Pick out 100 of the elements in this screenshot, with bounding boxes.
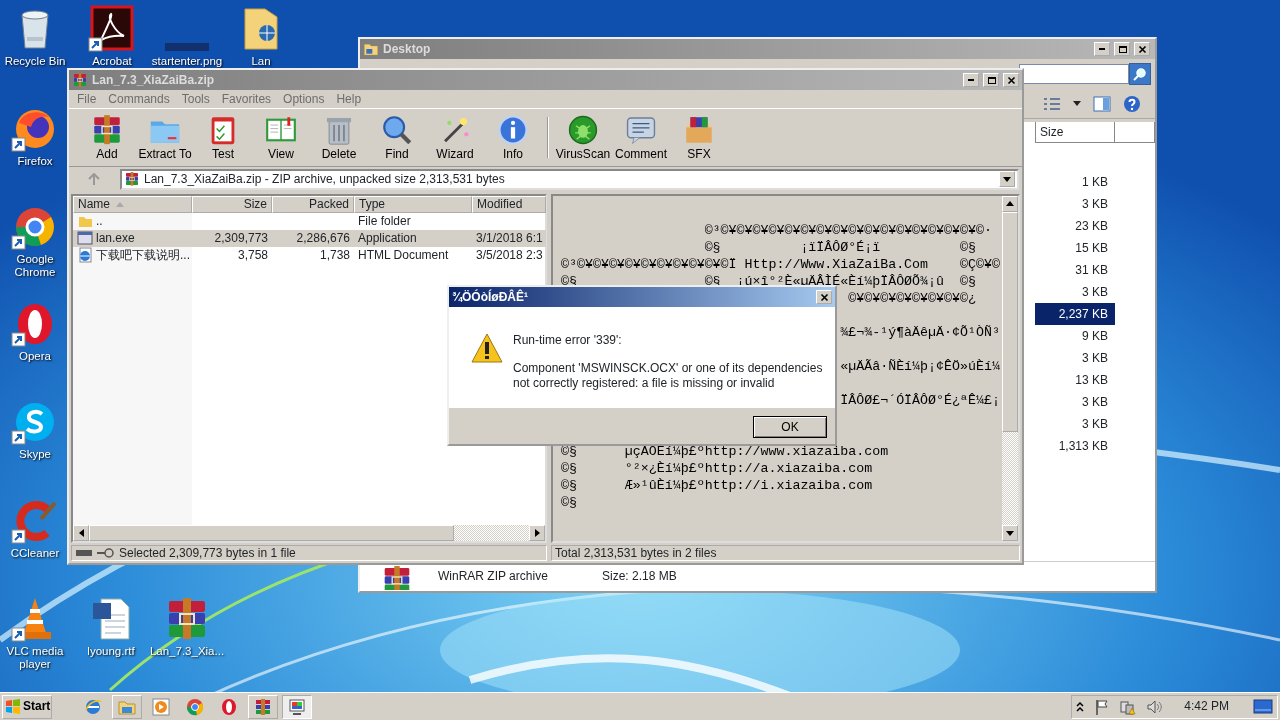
folder-icon xyxy=(363,41,379,57)
maximize-icon xyxy=(1117,44,1127,54)
comment-line: ©§ Æ»¹ûÈí¼þ£ºhttp://i.xiazaiba.com xyxy=(561,477,873,493)
comment-line: ©¥©¥©¥©¥©¥©¥©¥©¿ xyxy=(848,290,976,306)
size-cell[interactable]: 1 KB xyxy=(1035,171,1115,193)
scroll-down-button[interactable] xyxy=(1002,525,1018,541)
column-header[interactable]: Packed xyxy=(272,195,354,213)
minimize-button[interactable] xyxy=(963,73,979,87)
toolbar-button[interactable]: VirusScan xyxy=(555,113,611,162)
icon-label[interactable]: Google Chrome xyxy=(2,253,68,280)
size-cell[interactable]: 13 KB xyxy=(1035,369,1115,391)
icon-label[interactable]: Acrobat xyxy=(92,55,132,69)
size-cell[interactable]: 15 KB xyxy=(1035,237,1115,259)
size-cell[interactable]: 3 KB xyxy=(1035,391,1115,413)
toolbar-button[interactable]: Add xyxy=(79,113,135,162)
size-cell[interactable]: 3 KB xyxy=(1035,193,1115,215)
file-name[interactable]: 下载吧下载说明... xyxy=(96,248,190,263)
view-list-icon[interactable] xyxy=(1043,96,1061,111)
size-cell[interactable]: 9 KB xyxy=(1035,325,1115,347)
toolbar-button[interactable]: Info xyxy=(485,113,541,162)
help-icon[interactable] xyxy=(1123,94,1141,113)
size-cell[interactable]: 31 KB xyxy=(1035,259,1115,281)
maximize-button[interactable] xyxy=(983,73,999,87)
search-icon xyxy=(1133,67,1147,81)
table-cell: 3,758 xyxy=(237,248,268,263)
scroll-thumb[interactable] xyxy=(89,525,454,541)
drive-key-icon xyxy=(75,547,115,559)
comment-line: ©§ µçÄÔÈí¼þ£ºhttp://www.xiazaiba.com xyxy=(561,443,889,459)
minimize-icon xyxy=(968,79,974,81)
window-title: Lan_7.3_XiaZaiBa.zip xyxy=(92,72,216,88)
column-header[interactable]: Size xyxy=(1035,122,1115,143)
start-button[interactable]: Start xyxy=(2,694,52,719)
archive-icon xyxy=(72,72,88,88)
column-header[interactable] xyxy=(1115,122,1155,143)
network-warning-icon[interactable] xyxy=(1120,698,1137,715)
file-name[interactable]: .. xyxy=(96,214,103,229)
taskbar-button[interactable] xyxy=(282,694,312,719)
search-button[interactable] xyxy=(1129,63,1151,85)
size-cell[interactable]: 23 KB xyxy=(1035,215,1115,237)
icon-label[interactable]: VLC media player xyxy=(2,645,68,672)
archive-icon xyxy=(124,171,140,188)
icon-label[interactable]: Opera xyxy=(19,350,51,364)
toolbar-button[interactable]: Extract To xyxy=(137,113,193,162)
close-button[interactable] xyxy=(1134,42,1150,56)
file-type: WinRAR ZIP archive xyxy=(438,569,549,584)
taskbar-button[interactable] xyxy=(112,694,142,719)
path-field[interactable]: Lan_7.3_XiaZaiBa.zip - ZIP archive, unpacked size 2,313,531 bytes xyxy=(120,168,1019,190)
table-cell: 3/1/2018 6:1 xyxy=(476,231,543,246)
search-field[interactable] xyxy=(1019,64,1129,84)
preview-pane-icon[interactable] xyxy=(1093,95,1111,112)
scroll-right-button[interactable] xyxy=(529,525,545,541)
scroll-up-button[interactable] xyxy=(1002,195,1018,212)
icon-label[interactable]: lyoung.rtf xyxy=(87,645,135,659)
ok-button[interactable]: OK xyxy=(753,416,827,438)
scroll-left-button[interactable] xyxy=(73,525,89,541)
maximize-icon xyxy=(986,75,996,85)
column-header[interactable]: Type xyxy=(354,195,472,213)
toolbar-button[interactable]: Wizard xyxy=(427,113,483,162)
web-page-icon xyxy=(77,247,93,264)
icon-label[interactable]: Firefox xyxy=(17,155,53,169)
size-cell[interactable]: 1,313 KB xyxy=(1035,435,1115,457)
dropdown-button[interactable] xyxy=(999,171,1015,188)
icon-label[interactable]: CCleaner xyxy=(10,547,60,561)
column-header[interactable]: Size xyxy=(192,195,272,213)
size-cell[interactable]: 3 KB xyxy=(1035,347,1115,369)
icon-label[interactable]: Lan xyxy=(251,55,271,69)
toolbar-button[interactable]: View xyxy=(253,113,309,162)
status-text: Selected 2,309,773 bytes in 1 file xyxy=(119,545,296,561)
toolbar-button[interactable]: Comment xyxy=(613,113,669,162)
column-header[interactable]: Modified xyxy=(472,195,546,213)
scroll-thumb[interactable] xyxy=(1002,211,1018,432)
maximize-button[interactable] xyxy=(1114,42,1130,56)
toolbar-button[interactable]: Test xyxy=(195,113,251,162)
icon-label[interactable]: Skype xyxy=(19,448,51,462)
chevron-up-icon[interactable] xyxy=(1076,701,1085,712)
close-icon xyxy=(1137,44,1147,54)
size-cell[interactable]: 2,237 KB xyxy=(1035,303,1115,325)
size-cell[interactable]: 3 KB xyxy=(1035,413,1115,435)
caret-icon[interactable] xyxy=(1073,101,1081,106)
close-button[interactable] xyxy=(816,290,832,304)
menu-item[interactable]: Commands xyxy=(102,91,176,108)
speaker-icon[interactable] xyxy=(1146,698,1165,715)
icon-label[interactable]: Recycle Bin xyxy=(4,55,66,69)
column-header[interactable]: Name xyxy=(73,195,192,213)
show-desktop-icon[interactable] xyxy=(1253,698,1273,715)
menu-item[interactable]: Options xyxy=(277,91,331,108)
caret-icon xyxy=(1003,176,1011,182)
toolbar-button[interactable]: Delete xyxy=(311,113,367,162)
clock[interactable]: 4:42 PM xyxy=(1184,699,1229,714)
icon-label[interactable]: startenter.png xyxy=(151,55,223,69)
taskbar-button[interactable] xyxy=(248,694,278,719)
pdf-icon[interactable] xyxy=(88,5,136,53)
minimize-button[interactable] xyxy=(1094,42,1110,56)
flag-icon[interactable] xyxy=(1094,698,1111,715)
left-arrow-icon xyxy=(78,529,84,537)
menu-item[interactable]: Tools xyxy=(175,91,216,108)
toolbar-button[interactable]: SFX xyxy=(671,113,727,162)
size-cell[interactable]: 3 KB xyxy=(1035,281,1115,303)
close-button[interactable] xyxy=(1003,73,1019,87)
toolbar-button[interactable]: Find xyxy=(369,113,425,162)
